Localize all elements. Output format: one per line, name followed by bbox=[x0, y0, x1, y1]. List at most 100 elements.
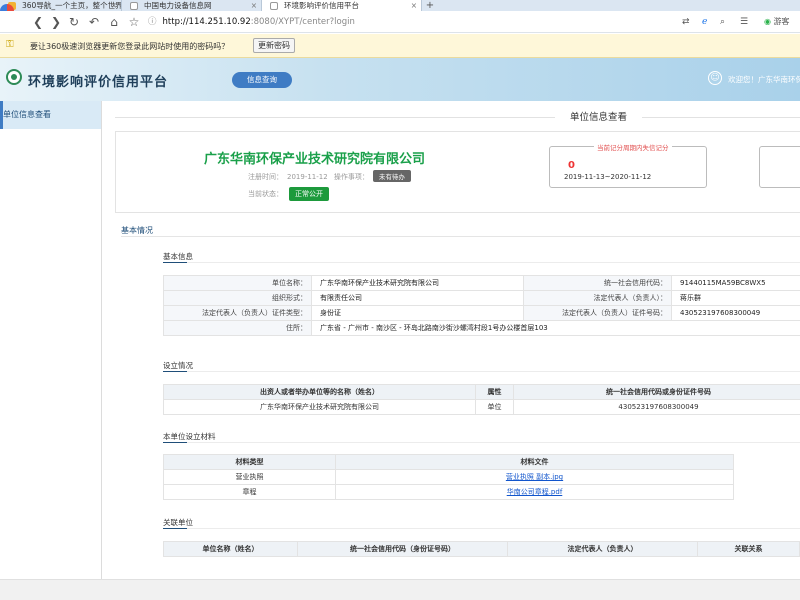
related-table: 单位名称（姓名） 统一社会信用代码（身份证号码） 法定代表人（负责人） 关联关系 bbox=[163, 541, 800, 557]
browser-tab-power[interactable]: 中国电力设备信息网 × bbox=[122, 0, 262, 11]
table-header-row: 单位名称（姓名） 统一社会信用代码（身份证号码） 法定代表人（负责人） 关联关系 bbox=[163, 541, 800, 557]
tab-close-icon[interactable]: × bbox=[251, 0, 257, 11]
table-row: 组织形式： 有限责任公司 法定代表人（负责人）： 蒋乐群 bbox=[163, 290, 800, 306]
field-label: 组织形式： bbox=[163, 290, 312, 306]
site-logo-icon bbox=[6, 69, 22, 85]
browser-tab-360[interactable]: 360导航_一个主页，整个世界 × bbox=[0, 0, 122, 11]
sidebar-item-unit-info[interactable]: 单位信息查看 bbox=[0, 101, 101, 129]
subsection-divider bbox=[163, 371, 800, 372]
op-badge: 未有待办 bbox=[372, 170, 411, 182]
tab-title: 环境影响评价信用平台 bbox=[284, 1, 359, 10]
op-label: 操作事项： bbox=[333, 173, 369, 181]
table-cell: 广东华南环保产业技术研究院有限公司 bbox=[163, 399, 476, 415]
score-value: 0 bbox=[568, 160, 575, 171]
field-label: 法定代表人（负责人）证件类型： bbox=[163, 305, 312, 321]
main-content: 单位信息查看 广东华南环保产业技术研究院有限公司 注册时间： 2019-11-12… bbox=[102, 101, 800, 579]
page-info-icon[interactable]: ⓘ bbox=[148, 17, 157, 27]
undo-icon[interactable]: ↶ bbox=[86, 14, 102, 30]
field-value: 广东华南环保产业技术研究院有限公司 bbox=[311, 275, 524, 291]
new-tab-button[interactable]: + bbox=[422, 0, 438, 11]
account-label: 游客 bbox=[773, 17, 790, 26]
credit-score-box: 当前记分周期内失信记分 0 2019-11-13~2020-11-12 bbox=[549, 142, 707, 188]
table-cell: 华南公司章程.pdf bbox=[335, 484, 734, 500]
welcome-text: 欢迎您！广东华南环保产 bbox=[728, 75, 800, 84]
account-button[interactable]: ◉ 游客 bbox=[764, 14, 790, 30]
table-row: 营业执照 营业执照 副本.jpg bbox=[163, 469, 734, 485]
site-header: 环境影响评价信用平台 信息查询 ☺ 欢迎您！广东华南环保产 bbox=[0, 58, 800, 101]
column-header: 属性 bbox=[475, 384, 514, 400]
column-header: 单位名称（姓名） bbox=[163, 541, 298, 557]
field-value: 身份证 bbox=[311, 305, 524, 321]
column-header: 法定代表人（负责人） bbox=[507, 541, 698, 557]
table-row: 法定代表人（负责人）证件类型： 身份证 法定代表人（负责人）证件号码： 4305… bbox=[163, 305, 800, 321]
key-icon: ⚿ bbox=[6, 39, 14, 50]
subsection-divider bbox=[163, 528, 800, 529]
ie-mode-icon[interactable]: ℯ bbox=[702, 14, 707, 30]
field-value: 蒋乐群 bbox=[671, 290, 800, 306]
status-badge: 正常公开 bbox=[289, 187, 329, 201]
register-date: 2019-11-12 bbox=[287, 173, 328, 181]
table-cell: 营业执照 副本.jpg bbox=[335, 469, 734, 485]
section-title: 基本情况 bbox=[121, 226, 153, 235]
table-row: 广东华南环保产业技术研究院有限公司 单位 430523197608300049 bbox=[163, 399, 800, 415]
back-icon[interactable]: ❮ bbox=[30, 14, 46, 30]
field-value: 430523197608300049 bbox=[671, 305, 800, 321]
subsection-divider bbox=[163, 262, 800, 263]
score-legend: 当前记分周期内失信记分 bbox=[594, 142, 672, 152]
tab-close-icon[interactable]: × bbox=[411, 0, 417, 11]
account-icon: ◉ bbox=[764, 17, 771, 26]
user-icon[interactable]: ☺ bbox=[708, 71, 722, 85]
basic-info-table: 单位名称： 广东华南环保产业技术研究院有限公司 统一社会信用代码： 914401… bbox=[163, 275, 800, 336]
field-label: 统一社会信用代码： bbox=[523, 275, 672, 291]
field-label: 法定代表人（负责人）证件号码： bbox=[523, 305, 672, 321]
column-header: 统一社会信用代码或身份证件号码 bbox=[513, 384, 800, 400]
favicon-page-icon bbox=[270, 2, 278, 10]
table-cell: 营业执照 bbox=[163, 469, 336, 485]
basic-info-title: 基本信息 bbox=[163, 252, 193, 261]
materials-title: 本单位设立材料 bbox=[163, 432, 216, 441]
password-update-bar: ⚿ 要让360极速浏览器更新您登录此网站时使用的密码吗？ 更新密码 bbox=[0, 34, 800, 58]
info-query-button[interactable]: 信息查询 bbox=[232, 72, 292, 88]
status-label: 当前状态： bbox=[248, 190, 283, 198]
horizontal-scrollbar[interactable] bbox=[0, 579, 800, 600]
establishment-table: 出资人或者举办单位等的名称（姓名） 属性 统一社会信用代码或身份证件号码 广东华… bbox=[163, 384, 800, 415]
browser-tab-credit[interactable]: 环境影响评价信用平台 × bbox=[262, 0, 422, 11]
table-cell: 单位 bbox=[475, 399, 514, 415]
update-password-button[interactable]: 更新密码 bbox=[253, 38, 295, 53]
field-value: 91440115MA59BC8WX5 bbox=[671, 275, 800, 291]
password-message: 要让360极速浏览器更新您登录此网站时使用的密码吗？ bbox=[30, 42, 230, 51]
company-name: 广东华南环保产业技术研究院有限公司 bbox=[204, 152, 426, 167]
title-divider bbox=[642, 117, 800, 118]
table-header-row: 出资人或者举办单位等的名称（姓名） 属性 统一社会信用代码或身份证件号码 bbox=[163, 384, 800, 400]
column-header: 关联关系 bbox=[697, 541, 800, 557]
share-icon[interactable]: ⇄ bbox=[682, 14, 690, 30]
sidebar: 单位信息查看 bbox=[0, 101, 102, 579]
file-link[interactable]: 营业执照 副本.jpg bbox=[506, 473, 563, 481]
company-meta: 注册时间： 2019-11-12 操作事项： 未有待办 bbox=[248, 170, 415, 182]
address-value: 广东省 - 广州市 - 南沙区 - 环岛北路南沙街沙螺湾村段1号办公楼首层103 bbox=[311, 320, 800, 336]
materials-table: 材料类型 材料文件 营业执照 营业执照 副本.jpg 章程 华南公司章程.pdf bbox=[163, 454, 734, 500]
bookmark-star-icon[interactable]: ☆ bbox=[126, 14, 142, 30]
field-label: 住所： bbox=[163, 320, 312, 336]
column-header: 出资人或者举办单位等的名称（姓名） bbox=[163, 384, 476, 400]
table-row: 章程 华南公司章程.pdf bbox=[163, 484, 734, 500]
page-title: 单位信息查看 bbox=[570, 112, 628, 123]
company-card: 广东华南环保产业技术研究院有限公司 注册时间： 2019-11-12 操作事项：未… bbox=[115, 131, 800, 213]
browser-nav-bar: ❮ ❯ ↻ ↶ ⌂ ☆ ⓘ http://114.251.10.92:8080/X… bbox=[0, 11, 800, 33]
tab-title: 中国电力设备信息网 bbox=[144, 1, 212, 10]
reload-icon[interactable]: ↻ bbox=[66, 14, 82, 30]
address-bar[interactable]: ⓘ http://114.251.10.92:8080/XYPT/center?l… bbox=[148, 14, 668, 30]
home-icon[interactable]: ⌂ bbox=[106, 14, 122, 30]
search-icon[interactable]: ⌕ bbox=[720, 14, 725, 30]
forward-icon[interactable]: ❯ bbox=[48, 14, 64, 30]
subsection-divider bbox=[163, 442, 800, 443]
tab-close-icon[interactable]: × bbox=[111, 0, 117, 11]
file-link[interactable]: 华南公司章程.pdf bbox=[507, 488, 563, 496]
title-divider bbox=[115, 117, 555, 118]
browser-tab-bar: 360导航_一个主页，整个世界 × 中国电力设备信息网 × 环境影响评价信用平台… bbox=[0, 0, 800, 11]
column-header: 统一社会信用代码（身份证号码） bbox=[297, 541, 508, 557]
establishment-title: 设立情况 bbox=[163, 361, 193, 370]
table-cell: 章程 bbox=[163, 484, 336, 500]
menu-icon[interactable]: ☰ bbox=[740, 14, 748, 30]
score-period: 2019-11-13~2020-11-12 bbox=[564, 173, 652, 181]
